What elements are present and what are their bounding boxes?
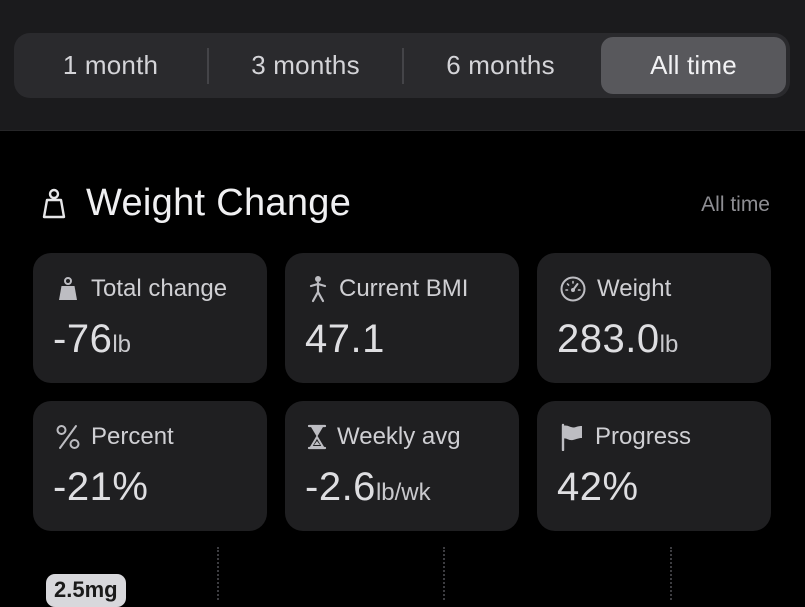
stat-label: Percent (91, 423, 174, 450)
stat-value: 42% (557, 465, 639, 509)
segment-1-month[interactable]: 1 month (18, 37, 203, 94)
stat-value: 47.1 (305, 317, 385, 361)
segment-all-time[interactable]: All time (601, 37, 786, 94)
stat-label: Weekly avg (337, 423, 461, 450)
stat-label: Total change (91, 275, 228, 302)
stat-card-total-change: Total change -76lb (33, 253, 267, 383)
segment-3-months[interactable]: 3 months (213, 37, 398, 94)
flag-icon (561, 423, 582, 451)
chart-gridline (217, 547, 219, 600)
stat-label: Progress (595, 423, 692, 450)
stat-card-weight: Weight 283.0lb (537, 253, 771, 383)
chart-gridline (670, 547, 672, 600)
stat-value: -21% (53, 465, 149, 509)
segment-divider (207, 47, 209, 84)
stat-card-progress: Progress 42% (537, 401, 771, 531)
scale-gauge-icon (560, 276, 586, 302)
stat-card-percent: Percent -21% (33, 401, 267, 531)
stat-value: 283.0lb (557, 317, 679, 361)
hourglass-icon (307, 424, 327, 450)
stat-card-current-bmi: Current BMI 47.1 (285, 253, 519, 383)
section-range-label: All time (701, 193, 770, 216)
stat-value: -76lb (53, 317, 131, 361)
stat-label: Weight (597, 275, 672, 302)
weight-bag-icon (59, 277, 77, 300)
stat-label: Current BMI (339, 275, 469, 302)
chart-gridline (443, 547, 445, 600)
stat-unit: lb (112, 331, 131, 358)
section-title: Weight Change (86, 182, 352, 224)
dose-badge: 2.5mg (46, 574, 126, 607)
stat-card-weekly-avg: Weekly avg -2.6lb/wk (285, 401, 519, 531)
time-range-segmented-control: 1 month 3 months 6 months All time (14, 33, 790, 98)
stat-value: -2.6lb/wk (305, 465, 431, 509)
stat-unit: lb (659, 331, 679, 358)
percent-icon (56, 425, 80, 449)
segment-6-months[interactable]: 6 months (408, 37, 593, 94)
person-icon (309, 276, 327, 303)
segment-divider (402, 47, 404, 84)
weight-bag-icon (42, 188, 66, 219)
stat-unit: lb/wk (375, 479, 431, 506)
time-range-bar: 1 month 3 months 6 months All time (0, 0, 805, 131)
weight-change-header: Weight Change All time (36, 180, 770, 230)
